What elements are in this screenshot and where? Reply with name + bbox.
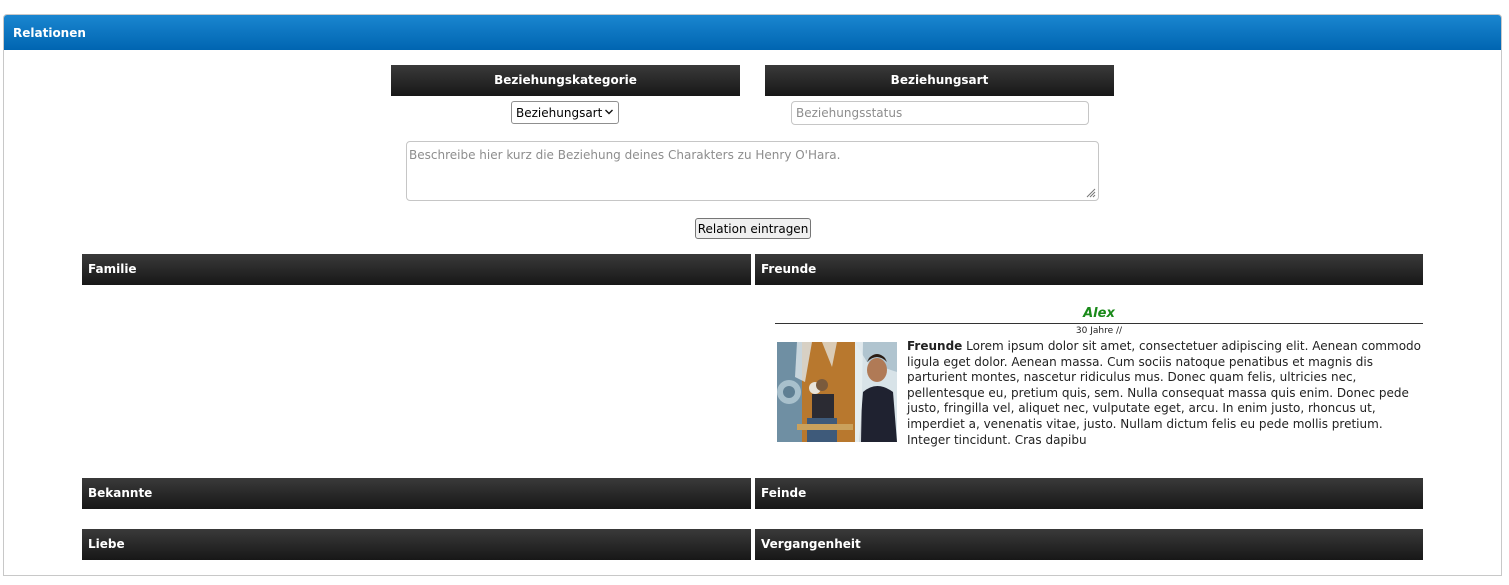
panel-header: Relationen <box>4 15 1501 50</box>
relation-text: Lorem ipsum dolor sit amet, consectetuer… <box>907 339 1421 447</box>
section-header-freunde: Freunde <box>755 254 1423 285</box>
category-header: Beziehungskategorie <box>391 65 740 96</box>
section-header-familie: Familie <box>82 254 751 285</box>
submit-relation-button[interactable]: Relation eintragen <box>695 218 811 239</box>
resize-grip-icon[interactable] <box>1084 186 1096 198</box>
relation-status-input[interactable] <box>791 101 1089 125</box>
relation-divider <box>775 323 1423 324</box>
relation-description-textarea[interactable] <box>406 141 1099 201</box>
relation-avatar <box>777 342 897 442</box>
section-header-feinde: Feinde <box>755 478 1423 509</box>
section-header-bekannte: Bekannte <box>82 478 751 509</box>
relation-name[interactable]: Alex <box>775 306 1423 321</box>
type-header: Beziehungsart <box>765 65 1114 96</box>
relation-age: 30 Jahre // <box>1075 326 1123 336</box>
panel-title: Relationen <box>13 26 86 40</box>
relation-type-select[interactable]: Beziehungsart <box>511 101 619 124</box>
relation-description: Freunde Lorem ipsum dolor sit amet, cons… <box>907 339 1423 448</box>
section-header-vergangenheit: Vergangenheit <box>755 529 1423 560</box>
relation-category: Freunde <box>907 339 963 353</box>
section-header-liebe: Liebe <box>82 529 751 560</box>
select-value: Beziehungsart <box>516 106 603 120</box>
chevron-down-icon <box>605 109 613 115</box>
